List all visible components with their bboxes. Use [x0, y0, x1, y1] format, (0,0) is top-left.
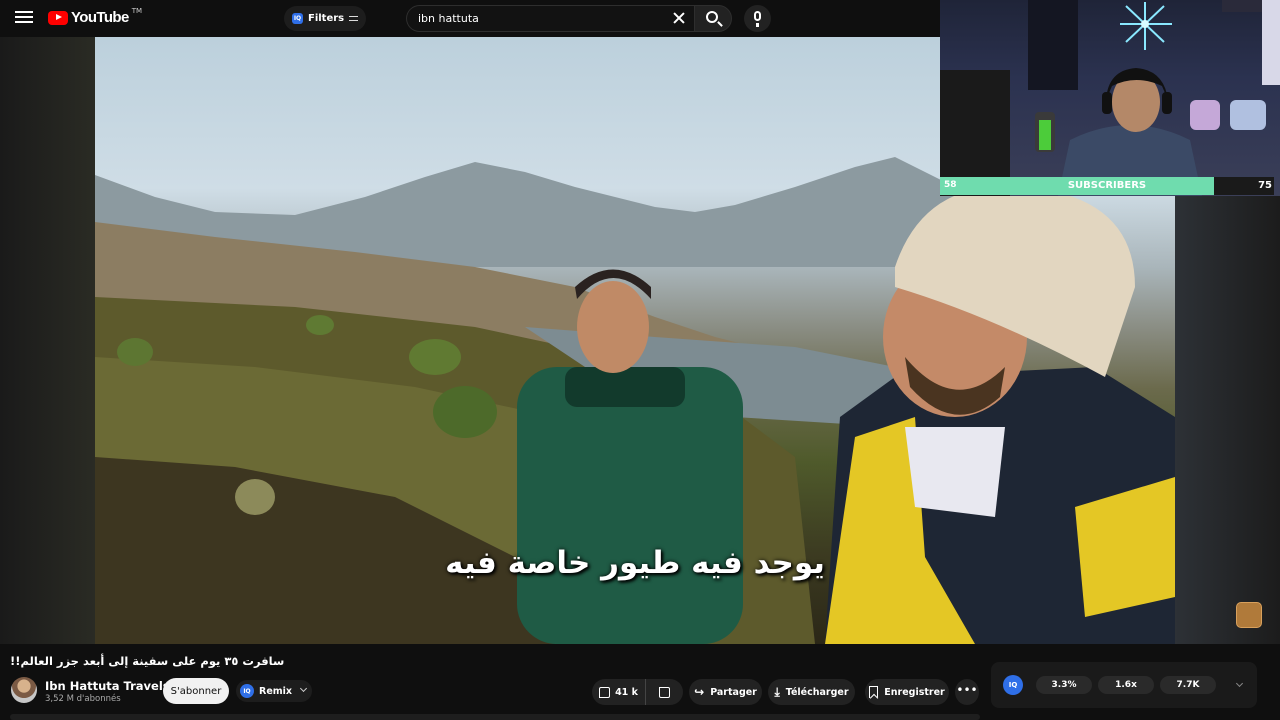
subscriber-count: 3,52 M d'abonnés — [45, 694, 121, 704]
filters-button[interactable]: IQ Filters — [284, 6, 367, 31]
chevron-down-icon — [300, 684, 308, 693]
download-label: Télécharger — [785, 686, 849, 698]
thumbs-down-icon — [659, 686, 670, 698]
iq-icon[interactable]: IQ — [1003, 675, 1023, 695]
like-dislike-group: 41 k — [592, 679, 683, 705]
remix-label: Remix — [259, 685, 293, 697]
download-icon: ⤓ — [774, 685, 780, 699]
clear-search-icon[interactable] — [672, 11, 686, 25]
channel-avatar[interactable] — [11, 677, 37, 703]
channel-name[interactable]: Ibn Hattuta Travels — [45, 679, 182, 693]
share-button[interactable]: ↪ Partager — [689, 679, 762, 705]
chevron-down-icon[interactable] — [1235, 679, 1244, 688]
like-button[interactable]: 41 k — [592, 679, 646, 705]
subscriber-goal-label: SUBSCRIBERS — [1067, 180, 1147, 191]
description-box-edge[interactable] — [10, 714, 980, 720]
webcam-scene — [940, 0, 1280, 196]
stats-panel: IQ 3.3% 1.6x 7.7K — [991, 662, 1257, 708]
top-bar: YouTube TM IQ Filters — [0, 0, 940, 37]
search-box — [406, 5, 694, 32]
overlay-widget-icon[interactable] — [1236, 602, 1262, 628]
logo-tm: TM — [131, 6, 143, 15]
share-icon: ↪ — [694, 685, 705, 699]
youtube-logo[interactable]: YouTube TM — [48, 6, 143, 26]
subscribe-button[interactable]: S'abonner — [163, 678, 229, 704]
video-subtitle: يوجد فيه طيور خاصة فيه — [445, 545, 825, 581]
webcam-overlay — [940, 0, 1280, 196]
logo-text: YouTube — [71, 9, 129, 26]
stat-views: 7.7K — [1160, 676, 1216, 694]
search-input[interactable] — [418, 12, 658, 25]
thumbs-up-icon — [599, 686, 611, 698]
menu-icon[interactable] — [12, 8, 36, 28]
tune-icon — [349, 15, 359, 22]
filters-label: Filters — [308, 13, 345, 24]
iq-icon: IQ — [292, 13, 303, 24]
dislike-button[interactable] — [646, 679, 683, 705]
stat-ratio: 3.3% — [1036, 676, 1092, 694]
video-title: سافرت ٣٥ يوم على سفينة إلى أبعد جزر العا… — [10, 654, 285, 668]
remix-button[interactable]: IQ Remix — [236, 680, 313, 702]
download-button[interactable]: ⤓ Télécharger — [768, 679, 855, 705]
subscriber-goal-end: 75 — [1258, 180, 1272, 191]
voice-search-button[interactable] — [744, 5, 771, 32]
bookmark-icon — [869, 686, 879, 698]
search-button[interactable] — [694, 5, 732, 32]
microphone-icon — [754, 11, 761, 21]
like-count: 41 k — [615, 686, 638, 698]
stat-multiplier: 1.6x — [1098, 676, 1154, 694]
iq-icon: IQ — [240, 684, 254, 698]
more-actions-button[interactable]: ••• — [955, 679, 979, 705]
save-label: Enregistrer — [884, 686, 945, 698]
youtube-watch-page: YouTube TM IQ Filters ibn hattuta يوجد ف… — [0, 0, 1280, 720]
subscriber-goal-bar: 58 SUBSCRIBERS 75 — [940, 177, 1274, 195]
share-label: Partager — [710, 686, 757, 698]
channel-name-text[interactable]: Ibn Hattuta Travels — [45, 679, 170, 693]
search-icon — [706, 11, 718, 23]
save-button[interactable]: Enregistrer — [865, 679, 949, 705]
youtube-play-icon — [48, 10, 68, 25]
